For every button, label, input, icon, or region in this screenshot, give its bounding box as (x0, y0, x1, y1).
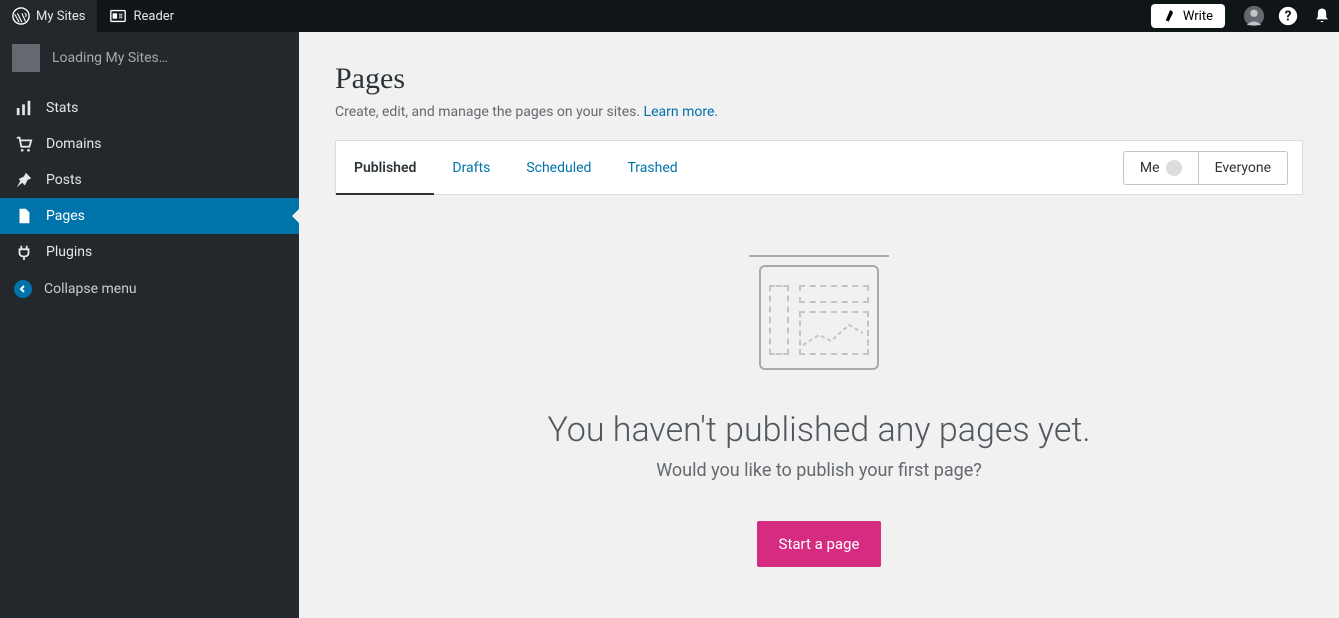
page-title: Pages (335, 62, 1303, 96)
profile-button[interactable] (1237, 0, 1271, 32)
subtitle-text: Create, edit, and manage the pages on yo… (335, 104, 644, 120)
pin-icon (14, 170, 34, 190)
svg-text:?: ? (1285, 9, 1292, 25)
page-icon (14, 206, 34, 226)
nav-reader[interactable]: Reader (97, 0, 186, 32)
tab-trashed[interactable]: Trashed (609, 141, 695, 194)
write-label: Write (1183, 9, 1213, 24)
pen-icon (1163, 9, 1177, 23)
empty-subtitle: Would you like to publish your first pag… (335, 460, 1303, 481)
loading-label: Loading My Sites… (52, 50, 168, 66)
bell-icon (1312, 6, 1332, 26)
page-subtitle: Create, edit, and manage the pages on yo… (335, 104, 1303, 120)
filter-me-label: Me (1140, 160, 1160, 176)
avatar-small-icon (1166, 160, 1182, 176)
plug-icon (14, 242, 34, 262)
reader-icon (109, 7, 127, 25)
nav-reader-label: Reader (133, 9, 174, 24)
filter-bar: Published Drafts Scheduled Trashed Me Ev… (335, 140, 1303, 195)
empty-title: You haven't published any pages yet. (335, 410, 1303, 450)
topbar: My Sites Reader Write ? (0, 0, 1339, 32)
sidebar-item-stats[interactable]: Stats (0, 90, 299, 126)
sidebar-item-label: Stats (46, 100, 78, 116)
author-filter: Me Everyone (1123, 141, 1302, 194)
start-page-button[interactable]: Start a page (757, 521, 882, 567)
filter-everyone-button[interactable]: Everyone (1199, 151, 1288, 185)
help-button[interactable]: ? (1271, 0, 1305, 32)
collapse-icon (14, 280, 32, 298)
learn-more-link[interactable]: Learn more. (644, 104, 719, 120)
site-thumb (12, 44, 40, 72)
write-button[interactable]: Write (1151, 4, 1225, 28)
empty-state: You haven't published any pages yet. Wou… (335, 255, 1303, 567)
tab-scheduled[interactable]: Scheduled (508, 141, 609, 194)
site-switcher[interactable]: Loading My Sites… (0, 32, 299, 84)
sidebar-item-plugins[interactable]: Plugins (0, 234, 299, 270)
sidebar-item-label: Posts (46, 172, 82, 188)
sidebar-item-label: Plugins (46, 244, 92, 260)
sidebar-item-posts[interactable]: Posts (0, 162, 299, 198)
topbar-left: My Sites Reader (0, 0, 186, 32)
tabs: Published Drafts Scheduled Trashed (336, 141, 696, 194)
notifications-button[interactable] (1305, 0, 1339, 32)
empty-illustration (749, 255, 889, 370)
filter-me-button[interactable]: Me (1123, 151, 1199, 185)
stats-icon (14, 98, 34, 118)
nav-my-sites-label: My Sites (36, 9, 85, 24)
collapse-label: Collapse menu (44, 281, 137, 297)
sidebar-item-pages[interactable]: Pages (0, 198, 299, 234)
wordpress-icon (12, 7, 30, 25)
sidebar-item-label: Domains (46, 136, 101, 152)
avatar-icon (1243, 5, 1265, 27)
sidebar: Loading My Sites… Stats Domains Posts (0, 32, 299, 618)
nav-my-sites[interactable]: My Sites (0, 0, 97, 32)
tab-published[interactable]: Published (336, 141, 434, 194)
cart-icon (14, 134, 34, 154)
sidebar-item-label: Pages (46, 208, 85, 224)
tab-drafts[interactable]: Drafts (434, 141, 508, 194)
sidebar-item-domains[interactable]: Domains (0, 126, 299, 162)
collapse-menu[interactable]: Collapse menu (0, 272, 299, 306)
help-icon: ? (1277, 5, 1299, 27)
sidebar-menu: Stats Domains Posts Pages (0, 90, 299, 270)
main-content: Pages Create, edit, and manage the pages… (299, 32, 1339, 618)
